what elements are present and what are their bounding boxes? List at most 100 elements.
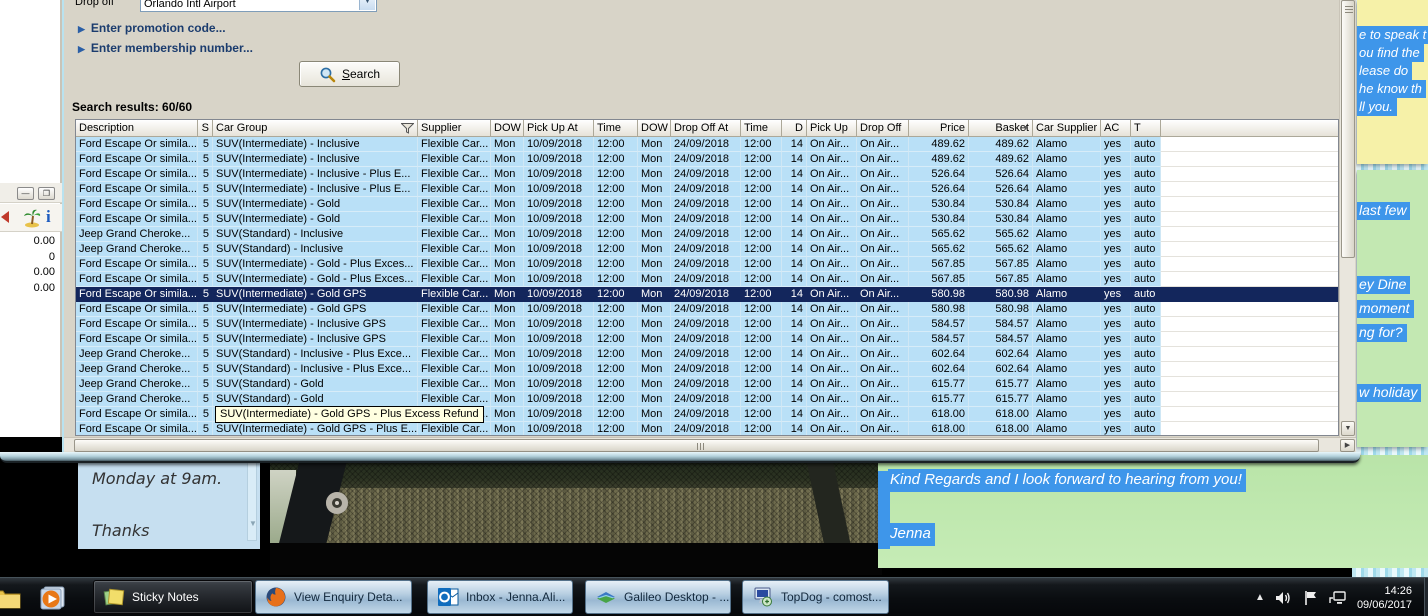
taskbar-button-sticky-notes[interactable]: Sticky Notes	[93, 580, 253, 614]
table-row[interactable]: Ford Escape Or simila...5SUV(Intermediat…	[76, 197, 1338, 212]
cell-time: 12:00	[741, 317, 782, 332]
search-button[interactable]: Search	[299, 61, 400, 87]
column-header-car-supplier[interactable]: Car Supplier	[1033, 120, 1101, 137]
table-row[interactable]: Ford Escape Or simila...5SUV(Intermediat…	[76, 137, 1338, 152]
explorer-folder-icon[interactable]	[0, 586, 22, 610]
taskbar-button-galileo[interactable]: Galileo Desktop - ...	[585, 580, 731, 614]
table-row[interactable]: Ford Escape Or simila...5SUV(Intermediat…	[76, 317, 1338, 332]
sticky-note-yellow[interactable]: e to speak t ou find the lease do he know t…	[1357, 0, 1428, 164]
scrollbar-thumb[interactable]	[1341, 0, 1355, 258]
table-row[interactable]: Ford Escape Or simila...5SUV(Intermediat…	[76, 302, 1338, 317]
cell-t: auto	[1131, 197, 1161, 212]
column-header-description[interactable]: Description	[76, 120, 198, 137]
cell-supplier: Flexible Car...	[418, 152, 491, 167]
column-header-car-group[interactable]: Car Group	[213, 120, 418, 137]
combo-dropdown-icon[interactable]: ▼	[359, 0, 375, 10]
column-header-basket[interactable]: Basket ▼	[969, 120, 1033, 137]
cell-dow: Mon	[491, 152, 524, 167]
restore-button[interactable]: ❐	[38, 187, 55, 200]
table-row[interactable]: Jeep Grand Cheroke... 5 SUV(Standard) - In…	[76, 362, 1338, 377]
table-row[interactable]: Jeep Grand Cheroke... 5 SUV(Standard) - Go…	[76, 377, 1338, 392]
scrollbar-thumb[interactable]	[74, 439, 1319, 452]
column-header-time[interactable]: Time	[594, 120, 638, 137]
cell-dow: Mon	[638, 362, 671, 377]
cell-d: 14	[782, 167, 807, 182]
table-row[interactable]: Ford Escape Or simila...5SUV(Intermediat…	[76, 332, 1338, 347]
scroll-right-button[interactable]: ▶	[1340, 439, 1355, 452]
hidden-icons-arrow-icon[interactable]: ▲	[1255, 592, 1265, 603]
scroll-down-button[interactable]: ▼	[1341, 421, 1355, 436]
column-header-s[interactable]: S	[198, 120, 213, 137]
column-header-ac[interactable]: AC	[1101, 120, 1131, 137]
volume-icon[interactable]	[1275, 590, 1293, 606]
taskbar-button-topdog[interactable]: TopDog - comost...	[742, 580, 889, 614]
palm-tree-icon[interactable]	[22, 208, 42, 228]
note-scrollbar[interactable]: ▼	[247, 455, 257, 541]
taskbar-button-outlook[interactable]: Inbox - Jenna.Ali...	[427, 580, 573, 614]
cell-drop-off: On Air...	[857, 212, 909, 227]
table-row[interactable]: Ford Escape Or simila...5SUV(Intermediat…	[76, 272, 1338, 287]
column-header-drop-off[interactable]: Drop Off	[857, 120, 909, 137]
cell-basket: 602.64	[969, 362, 1033, 377]
taskbar-button-firefox[interactable]: View Enquiry Deta...	[255, 580, 412, 614]
sticky-note-green-large[interactable]: Kind Regards and I look forward to heari…	[878, 455, 1428, 568]
sticky-note-blue[interactable]: Monday at 9am. Thanks ▼	[78, 448, 260, 549]
cell-pick-up: On Air...	[807, 332, 857, 347]
scroll-down-icon[interactable]: ▼	[249, 519, 257, 528]
drop-off-combobox[interactable]: Orlando Intl Airport ▼	[140, 0, 377, 12]
cell-basket: 565.62	[969, 227, 1033, 242]
table-row[interactable]: Jeep Grand Cheroke... 5 SUV(Standard) - In…	[76, 242, 1338, 257]
table-row[interactable]: Jeep Grand Cheroke... 5 SUV(Standard) - Go…	[76, 392, 1338, 407]
sticky-note-green[interactable]: last few ey Dine moment ng for? w holiday	[1357, 170, 1428, 447]
cell-filler	[1161, 392, 1338, 407]
cell-filler	[1161, 287, 1338, 302]
action-center-flag-icon[interactable]	[1303, 590, 1318, 606]
column-header-dow[interactable]: DOW	[491, 120, 524, 137]
column-header-time[interactable]: Time	[741, 120, 782, 137]
table-row[interactable]: Ford Escape Or simila...5SUV(Intermediat…	[76, 422, 1338, 435]
info-icon[interactable]: i	[46, 207, 51, 227]
cell-drop-off-at: 24/09/2018	[671, 377, 741, 392]
table-row[interactable]: Ford Escape Or simila...5SUV(Intermediat…	[76, 182, 1338, 197]
show-desktop-button[interactable]	[1424, 578, 1428, 616]
cell-car-supplier: Alamo	[1033, 242, 1101, 257]
table-row[interactable]: Ford Escape Or simila...5SUV(Intermediat…	[76, 152, 1338, 167]
cell-filler	[1161, 302, 1338, 317]
cell-basket: 526.64	[969, 167, 1033, 182]
network-icon[interactable]	[1328, 590, 1347, 606]
media-player-icon[interactable]	[38, 585, 66, 611]
table-row[interactable]: Ford Escape Or simila...5SUV(Intermediat…	[76, 212, 1338, 227]
cell-car-group: SUV(Standard) - Inclusive - Plus Exce...	[213, 347, 418, 362]
vertical-scrollbar[interactable]: ▼	[1339, 0, 1355, 437]
cell-basket: 580.98	[969, 287, 1033, 302]
column-header-supplier[interactable]: Supplier	[418, 120, 491, 137]
column-header-drop-off-at[interactable]: Drop Off At	[671, 120, 741, 137]
cell-basket: 602.64	[969, 347, 1033, 362]
table-row[interactable]: Ford Escape Or simila...5SUV(Intermediat…	[76, 167, 1338, 182]
cell-time: 12:00	[741, 257, 782, 272]
table-row[interactable]: Jeep Grand Cheroke... 5 SUV(Standard) - In…	[76, 347, 1338, 362]
table-row[interactable]: Ford Escape Or simila...5SUV(Intermediat…	[76, 257, 1338, 272]
horizontal-scrollbar[interactable]: ▶	[64, 437, 1356, 453]
membership-number-expander[interactable]: ▶ Enter membership number...	[78, 41, 253, 55]
cell-d: 14	[782, 407, 807, 422]
table-row[interactable]: Ford Escape Or simila...5SUV(Intermediat…	[76, 287, 1338, 302]
promotion-code-expander[interactable]: ▶ Enter promotion code...	[78, 21, 226, 35]
filter-funnel-icon[interactable]	[401, 123, 414, 134]
cell-ac: yes	[1101, 182, 1131, 197]
taskbar-clock[interactable]: 14:26 09/06/2017	[1357, 584, 1420, 612]
selected-text: w holiday	[1357, 384, 1422, 402]
column-header-pick-up[interactable]: Pick Up	[807, 120, 857, 137]
back-icon[interactable]	[0, 210, 10, 224]
cell-dow: Mon	[638, 182, 671, 197]
column-header-dow[interactable]: DOW	[638, 120, 671, 137]
column-header-pick-up-at[interactable]: Pick Up At	[524, 120, 594, 137]
table-row[interactable]: Jeep Grand Cheroke... 5 SUV(Standard) - In…	[76, 227, 1338, 242]
column-header-price[interactable]: Price	[909, 120, 969, 137]
minimize-button[interactable]: —	[17, 187, 34, 200]
column-header-t[interactable]: T	[1131, 120, 1161, 137]
results-table[interactable]: Description S Car Group Supplier DOW Pick Up …	[75, 119, 1339, 436]
cell-d: 14	[782, 287, 807, 302]
column-header-d[interactable]: D	[782, 120, 807, 137]
cell-d: 14	[782, 377, 807, 392]
